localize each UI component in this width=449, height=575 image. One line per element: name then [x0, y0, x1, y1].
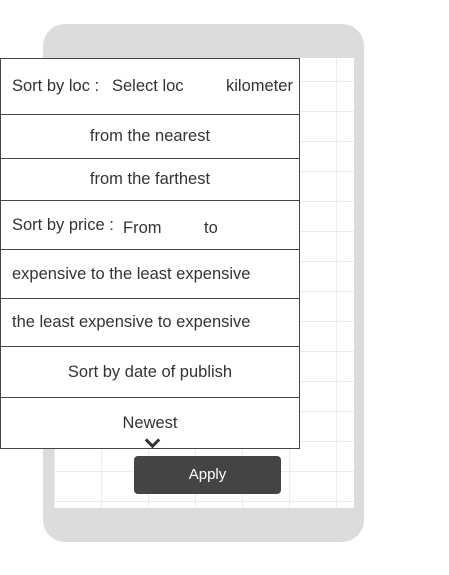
sort-by-price-label: Sort by price :: [12, 216, 114, 234]
sort-by-location-row: Sort by loc : Select loc kilometer: [0, 58, 300, 115]
price-from-input[interactable]: From: [123, 219, 162, 238]
date-order-selected-value: Newest: [122, 414, 178, 432]
option-expensive-to-least-label: expensive to the least expensive: [12, 265, 251, 283]
option-least-to-expensive[interactable]: the least expensive to expensive: [0, 298, 300, 347]
sort-by-date-row: Sort by date of publish: [0, 346, 300, 398]
location-select[interactable]: Select loc: [112, 77, 184, 96]
option-least-to-expensive-label: the least expensive to expensive: [12, 313, 251, 331]
kilometer-unit-label: kilometer: [226, 77, 293, 95]
option-expensive-to-least[interactable]: expensive to the least expensive: [0, 249, 300, 299]
option-from-farthest[interactable]: from the farthest: [0, 158, 300, 201]
sort-by-date-label: Sort by date of publish: [67, 363, 233, 381]
date-order-select[interactable]: Newest: [0, 397, 300, 449]
price-to-label: to: [204, 219, 218, 237]
apply-button[interactable]: Apply: [134, 456, 281, 494]
option-from-nearest-label: from the nearest: [89, 127, 211, 145]
option-from-nearest[interactable]: from the nearest: [0, 114, 300, 159]
chevron-down-icon: [144, 432, 161, 449]
sort-by-location-label: Sort by loc :: [12, 77, 100, 95]
option-from-farthest-label: from the farthest: [89, 170, 211, 188]
sort-by-price-row: Sort by price : From to: [0, 200, 300, 250]
